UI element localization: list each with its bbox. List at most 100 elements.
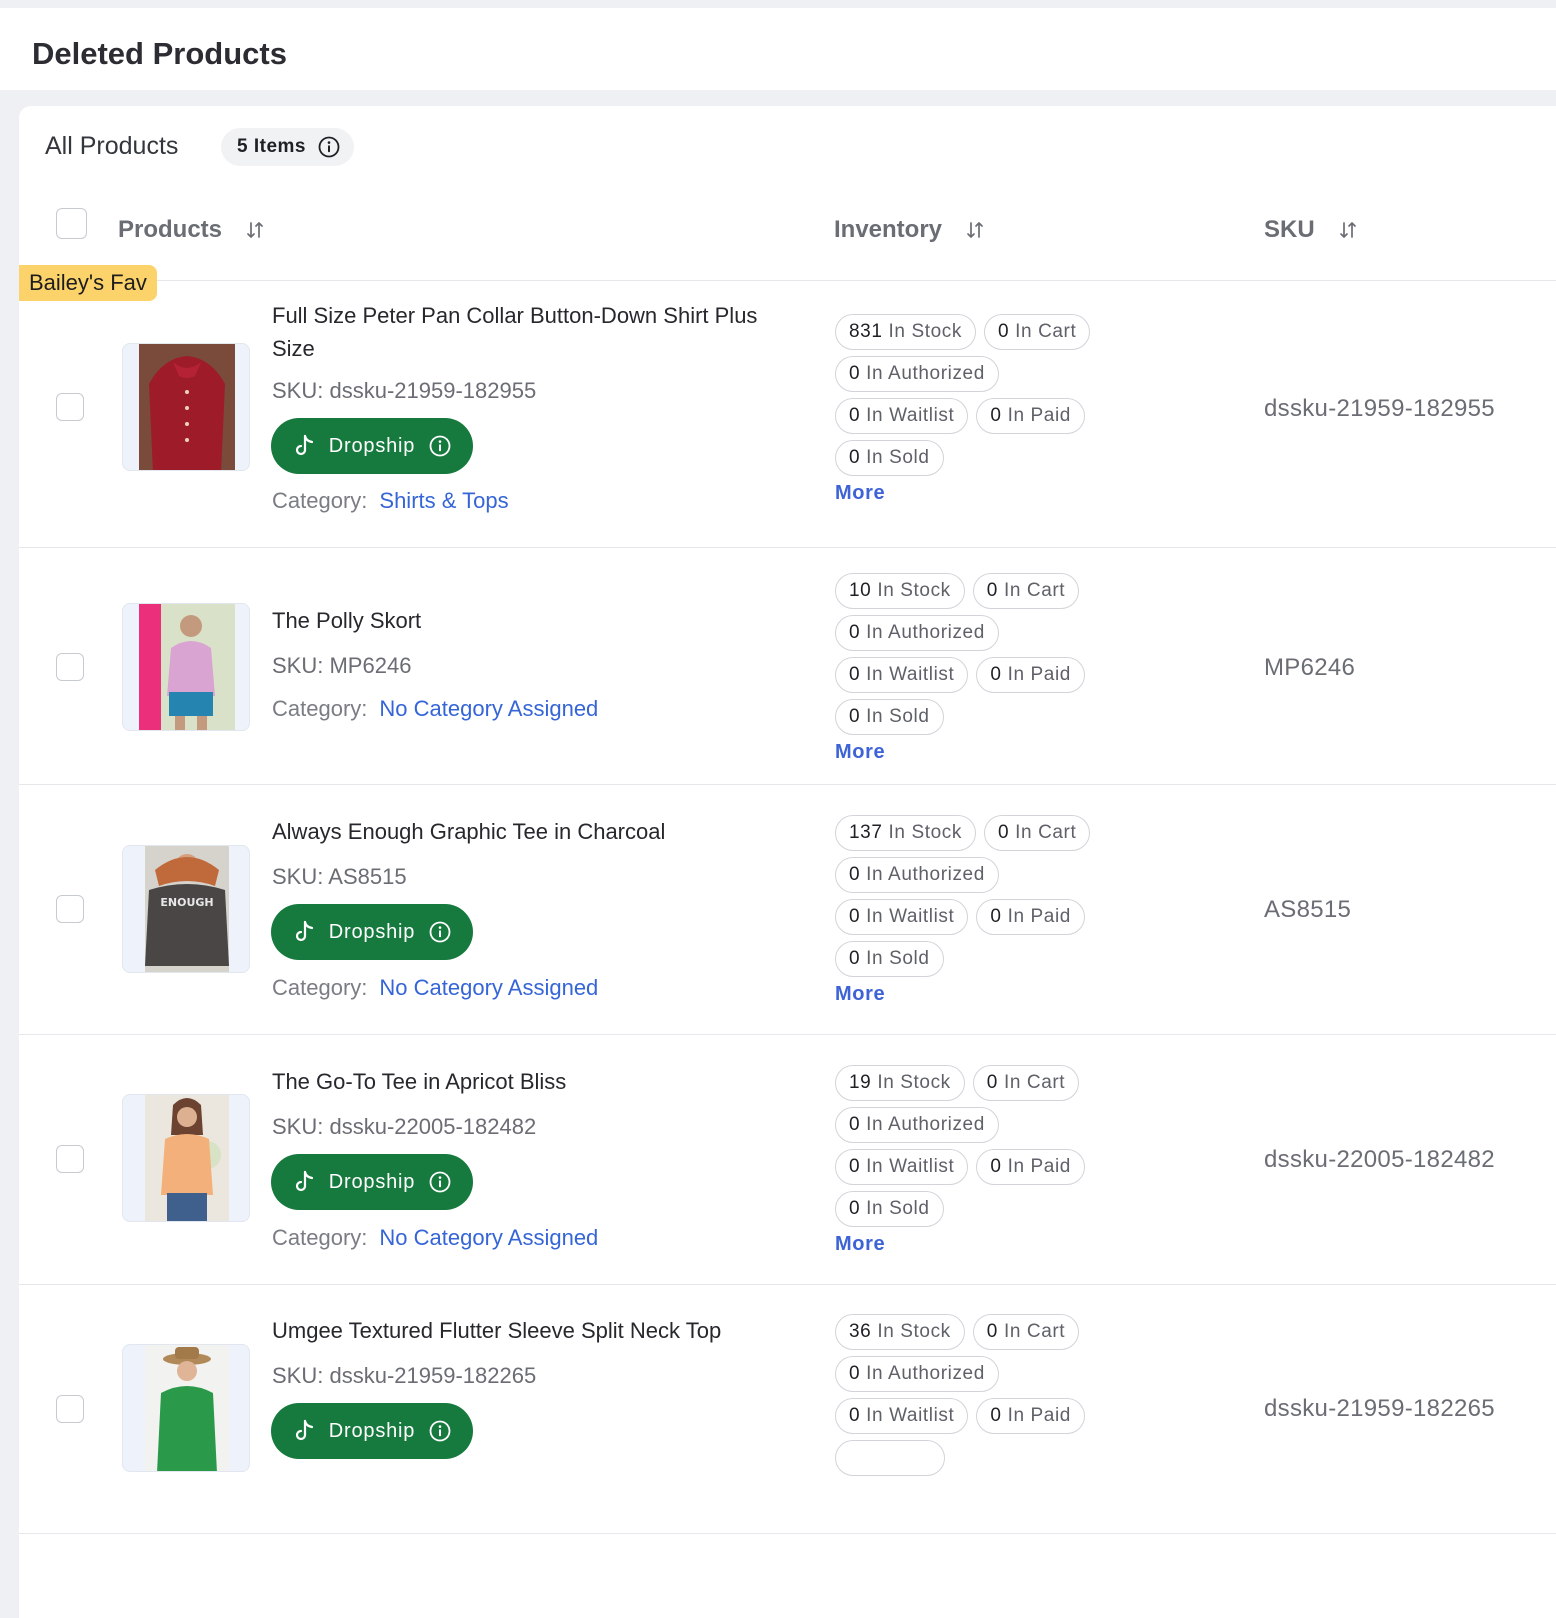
- product-category: Category: No Category Assigned: [272, 1225, 598, 1251]
- in-authorized-pill: 0 In Authorized: [835, 1356, 999, 1392]
- dropship-label: Dropship: [328, 920, 416, 943]
- in-sold-pill: [835, 1440, 945, 1476]
- in-authorized-pill: 0 In Authorized: [835, 1107, 999, 1143]
- sku-cell: MP6246: [1264, 654, 1356, 681]
- product-thumbnail[interactable]: [122, 603, 250, 731]
- table-row[interactable]: Umgee Textured Flutter Sleeve Split Neck…: [19, 1285, 1556, 1534]
- sku-prefix: SKU:: [272, 864, 324, 889]
- products-card: All Products 5 Items Products Inventory …: [19, 106, 1556, 1618]
- select-all-checkbox[interactable]: [56, 208, 87, 239]
- category-link[interactable]: Shirts & Tops: [379, 488, 508, 513]
- more-link[interactable]: More: [835, 741, 1135, 764]
- tiktok-icon: [293, 920, 315, 944]
- category-prefix: Category:: [272, 975, 368, 1000]
- column-header-inventory[interactable]: Inventory: [834, 216, 984, 244]
- table-row[interactable]: ENOUGH Always Enough Graphic Tee in Char…: [19, 785, 1556, 1035]
- category-link[interactable]: No Category Assigned: [379, 696, 598, 721]
- in-stock-pill: 36 In Stock: [835, 1314, 965, 1350]
- svg-text:ENOUGH: ENOUGH: [160, 896, 213, 909]
- category-prefix: Category:: [272, 488, 368, 513]
- sku-value: MP6246: [329, 653, 412, 678]
- in-waitlist-pill: 0 In Waitlist: [835, 398, 969, 434]
- dropship-button[interactable]: Dropship: [271, 1403, 473, 1459]
- product-sku: SKU: dssku-22005-182482: [272, 1114, 536, 1140]
- column-label: Inventory: [834, 216, 943, 243]
- in-stock-pill: 19 In Stock: [835, 1065, 965, 1101]
- inventory-cell: 36 In Stock 0 In Cart 0 In Authorized 0 In Wa…: [835, 1314, 1135, 1482]
- in-authorized-pill: 0 In Authorized: [835, 857, 999, 893]
- row-checkbox[interactable]: [56, 393, 84, 421]
- inventory-cell: 10 In Stock 0 In Cart 0 In Authorized 0 In Wa…: [835, 573, 1135, 764]
- in-paid-pill: 0 In Paid: [976, 899, 1085, 935]
- favorite-badge: Bailey's Fav: [19, 265, 157, 301]
- in-sold-pill: 0 In Sold: [835, 941, 944, 977]
- row-checkbox[interactable]: [56, 895, 84, 923]
- item-count-badge: 5 Items: [221, 128, 354, 166]
- inventory-cell: 831 In Stock 0 In Cart 0 In Authorized 0 In W…: [835, 314, 1135, 505]
- in-waitlist-pill: 0 In Waitlist: [835, 899, 969, 935]
- product-category: Category: No Category Assigned: [272, 975, 598, 1001]
- product-thumbnail[interactable]: [122, 1094, 250, 1222]
- product-thumbnail[interactable]: ENOUGH: [122, 845, 250, 973]
- category-link[interactable]: No Category Assigned: [379, 1225, 598, 1250]
- product-sku: SKU: dssku-21959-182955: [272, 378, 536, 404]
- dropship-button[interactable]: Dropship: [271, 418, 473, 474]
- more-link[interactable]: More: [835, 983, 1135, 1006]
- product-name[interactable]: Full Size Peter Pan Collar Button-Down S…: [272, 299, 792, 365]
- in-authorized-pill: 0 In Authorized: [835, 356, 999, 392]
- in-stock-pill: 137 In Stock: [835, 815, 976, 851]
- dropship-button[interactable]: Dropship: [271, 1154, 473, 1210]
- table-row[interactable]: Bailey's Fav Full Size Peter Pan Collar …: [19, 265, 1556, 548]
- category-prefix: Category:: [272, 1225, 368, 1250]
- tiktok-icon: [293, 434, 315, 458]
- sku-prefix: SKU:: [272, 378, 324, 403]
- info-icon[interactable]: [429, 1171, 451, 1193]
- row-checkbox[interactable]: [56, 1145, 84, 1173]
- column-header-sku[interactable]: SKU: [1264, 216, 1357, 244]
- in-waitlist-pill: 0 In Waitlist: [835, 657, 969, 693]
- sku-cell: dssku-21959-182265: [1264, 1395, 1495, 1422]
- in-cart-pill: 0 In Cart: [972, 1314, 1080, 1350]
- sort-icon[interactable]: [1339, 220, 1357, 240]
- sku-cell: dssku-22005-182482: [1264, 1146, 1495, 1173]
- in-sold-pill: 0 In Sold: [835, 440, 944, 476]
- sort-icon[interactable]: [966, 220, 984, 240]
- product-thumbnail[interactable]: [122, 343, 250, 471]
- table-row[interactable]: The Polly Skort SKU: MP6246 Category: No …: [19, 548, 1556, 785]
- product-name[interactable]: Umgee Textured Flutter Sleeve Split Neck…: [272, 1314, 792, 1347]
- tiktok-icon: [293, 1170, 315, 1194]
- row-checkbox[interactable]: [56, 653, 84, 681]
- sku-prefix: SKU:: [272, 653, 324, 678]
- product-category: Category: No Category Assigned: [272, 696, 598, 722]
- in-waitlist-pill: 0 In Waitlist: [835, 1149, 969, 1185]
- product-name[interactable]: The Go-To Tee in Apricot Bliss: [272, 1065, 792, 1098]
- info-icon[interactable]: [318, 136, 340, 158]
- sku-value: dssku-21959-182265: [329, 1363, 537, 1388]
- in-paid-pill: 0 In Paid: [976, 657, 1085, 693]
- product-thumbnail[interactable]: [122, 1344, 250, 1472]
- sku-cell: AS8515: [1264, 896, 1352, 923]
- product-sku: SKU: AS8515: [272, 864, 407, 890]
- column-label: Products: [118, 216, 223, 243]
- category-link[interactable]: No Category Assigned: [379, 975, 598, 1000]
- sku-value: dssku-21959-182955: [329, 378, 537, 403]
- product-sku: SKU: MP6246: [272, 653, 411, 679]
- sort-icon[interactable]: [246, 220, 264, 240]
- product-category: Category: Shirts & Tops: [272, 488, 509, 514]
- info-icon[interactable]: [429, 1420, 451, 1442]
- row-checkbox[interactable]: [56, 1395, 84, 1423]
- dropship-label: Dropship: [328, 434, 416, 457]
- column-header-products[interactable]: Products: [118, 216, 264, 244]
- info-icon[interactable]: [429, 435, 451, 457]
- in-stock-pill: 10 In Stock: [835, 573, 965, 609]
- dropship-button[interactable]: Dropship: [271, 904, 473, 960]
- card-header: All Products 5 Items: [19, 106, 1556, 186]
- page-title: Deleted Products: [32, 36, 287, 71]
- more-link[interactable]: More: [835, 1233, 1135, 1256]
- product-name[interactable]: The Polly Skort: [272, 604, 792, 637]
- in-sold-pill: 0 In Sold: [835, 699, 944, 735]
- product-name[interactable]: Always Enough Graphic Tee in Charcoal: [272, 815, 792, 848]
- info-icon[interactable]: [429, 921, 451, 943]
- more-link[interactable]: More: [835, 482, 1135, 505]
- table-row[interactable]: The Go-To Tee in Apricot Bliss SKU: dssk…: [19, 1035, 1556, 1285]
